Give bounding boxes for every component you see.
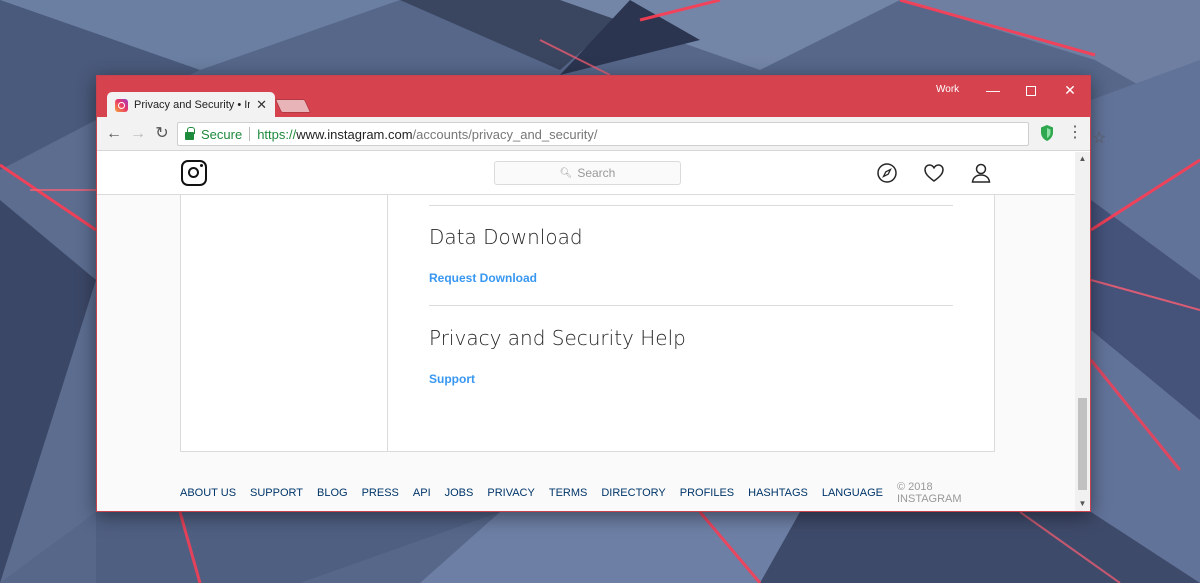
footer-link-terms[interactable]: TERMS [549,487,588,499]
section-divider [429,205,953,206]
heart-icon[interactable] [923,162,945,184]
settings-panel: Data Download Request Download Privacy a… [180,195,995,452]
close-window-button[interactable]: ✕ [1052,79,1088,101]
footer-link-api[interactable]: API [413,487,431,499]
scroll-down-arrow-icon[interactable]: ▼ [1075,497,1090,511]
footer-link-support[interactable]: SUPPORT [250,487,303,499]
section-divider [429,305,953,306]
new-tab-button[interactable] [274,99,312,113]
bookmark-star-icon[interactable]: ☆ [1092,128,1106,148]
instagram-logo-icon[interactable] [181,160,207,186]
profile-label[interactable]: Work [936,84,959,95]
browser-window: Privacy and Security • Ins ✕ Work — ✕ ← … [96,75,1106,512]
instagram-favicon-icon [115,98,128,112]
footer-link-blog[interactable]: BLOG [317,487,348,499]
forward-button[interactable]: → [128,124,148,144]
copyright-text: © 2018 INSTAGRAM [896,481,962,505]
footer-link-privacy[interactable]: PRIVACY [487,487,534,499]
footer-link-profiles[interactable]: PROFILES [680,487,734,499]
maximize-button[interactable] [1013,79,1049,101]
compass-icon[interactable] [876,162,898,184]
page-viewport: 🔍︎ Search Data Download Request Download… [97,152,1075,511]
url-host: www.instagram.com [296,126,413,142]
scroll-up-arrow-icon[interactable]: ▲ [1075,152,1090,166]
address-bar[interactable]: Secure https:// www.instagram.com /accou… [177,122,1106,147]
instagram-header: 🔍︎ Search [97,152,1075,195]
extension-shield-icon[interactable] [1039,124,1055,142]
back-button[interactable]: ← [104,124,124,144]
profile-icon[interactable] [970,162,992,184]
url-path: /accounts/privacy_and_security/ [412,126,598,142]
search-placeholder: Search [577,166,616,180]
browser-toolbar: ← → ↻ Secure https:// www.instagram.com … [97,117,1106,151]
footer-link-press[interactable]: PRESS [362,487,399,499]
support-link[interactable]: Support [429,372,475,386]
secure-label: Secure [201,126,243,142]
footer-link-directory[interactable]: DIRECTORY [601,487,665,499]
footer-link-hashtags[interactable]: HASHTAGS [748,487,808,499]
footer-link-about-us[interactable]: ABOUT US [180,487,236,499]
tab-title: Privacy and Security • Ins [134,99,251,111]
instagram-footer: ABOUT US SUPPORT BLOG PRESS API JOBS PRI… [180,481,995,505]
close-icon[interactable]: ✕ [256,97,267,113]
footer-link-jobs[interactable]: JOBS [445,487,474,499]
address-separator [249,127,251,141]
minimize-button[interactable]: — [975,79,1011,101]
scroll-thumb[interactable] [1078,398,1087,490]
vertical-scrollbar[interactable]: ▲ ▼ [1075,152,1090,511]
reload-button[interactable]: ↻ [152,124,172,144]
privacy-help-title: Privacy and Security Help [429,326,686,350]
title-bar: Privacy and Security • Ins ✕ Work — ✕ [97,76,1090,118]
browser-menu-icon[interactable]: ⋮ [1067,124,1083,142]
request-download-link[interactable]: Request Download [429,271,537,285]
settings-sidebar [181,195,388,451]
url-scheme: https:// [257,126,297,142]
data-download-title: Data Download [429,225,583,249]
search-icon: 🔍︎ [559,167,573,179]
lock-icon [185,126,195,140]
footer-link-language[interactable]: LANGUAGE [822,487,883,499]
search-input[interactable]: 🔍︎ Search [494,161,681,185]
maximize-icon [1026,86,1036,97]
tab-privacy-security[interactable]: Privacy and Security • Ins ✕ [107,92,275,118]
